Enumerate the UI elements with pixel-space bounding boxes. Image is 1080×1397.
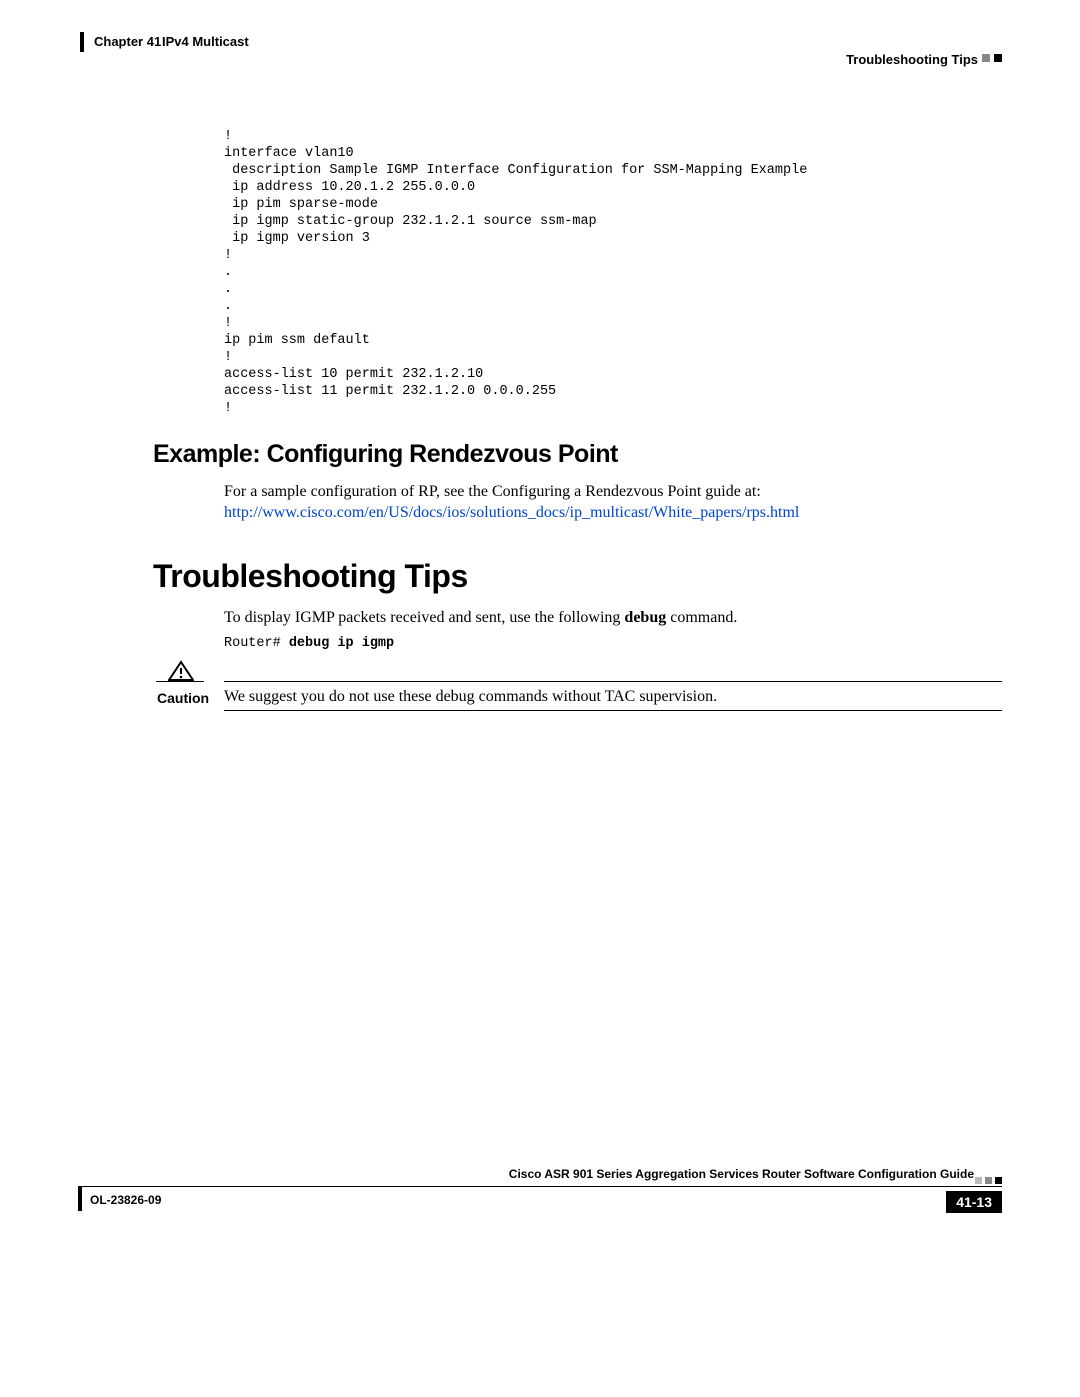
header-bar-icon: [80, 32, 84, 52]
footer-doc-id: OL-23826-09: [90, 1193, 161, 1207]
footer-rule: [78, 1186, 1002, 1187]
footer-bar-icon: [78, 1187, 82, 1211]
chapter-title: IPv4 Multicast: [162, 34, 249, 49]
square-icon: [985, 1177, 992, 1184]
page: Chapter 41 IPv4 Multicast Troubleshootin…: [0, 0, 1080, 1397]
page-header: Chapter 41 IPv4 Multicast Troubleshootin…: [80, 32, 1002, 68]
cmd-bold: debug ip igmp: [289, 636, 394, 651]
caution-underline: [156, 681, 204, 682]
rule: [224, 681, 1002, 682]
code-block: ! interface vlan10 description Sample IG…: [224, 128, 807, 417]
debug-text-post: command.: [666, 609, 737, 626]
page-number: 41-13: [946, 1191, 1002, 1213]
command-line: Router# debug ip igmp: [224, 636, 394, 651]
debug-paragraph: To display IGMP packets received and sen…: [224, 607, 1000, 628]
heading-troubleshooting: Troubleshooting Tips: [153, 558, 468, 595]
square-icon: [995, 1177, 1002, 1184]
square-icon: [994, 54, 1002, 62]
chapter-number: Chapter 41: [94, 34, 161, 49]
cmd-prompt: Router#: [224, 636, 289, 651]
heading-example-rp: Example: Configuring Rendezvous Point: [153, 440, 618, 469]
debug-text-pre: To display IGMP packets received and sen…: [224, 609, 624, 626]
debug-bold: debug: [624, 609, 666, 626]
square-icon: [975, 1177, 982, 1184]
rule: [224, 710, 1002, 711]
square-icon: [982, 54, 990, 62]
warning-icon: [168, 660, 194, 682]
header-section: Troubleshooting Tips: [846, 52, 978, 67]
rp-link[interactable]: http://www.cisco.com/en/US/docs/ios/solu…: [224, 504, 799, 521]
rp-text: For a sample configuration of RP, see th…: [224, 483, 761, 500]
page-footer: Cisco ASR 901 Series Aggregation Service…: [78, 1167, 1002, 1207]
caution-label: Caution: [157, 690, 209, 706]
caution-text: We suggest you do not use these debug co…: [224, 688, 717, 706]
rp-paragraph: For a sample configuration of RP, see th…: [224, 481, 1000, 523]
footer-guide-title: Cisco ASR 901 Series Aggregation Service…: [509, 1167, 974, 1181]
